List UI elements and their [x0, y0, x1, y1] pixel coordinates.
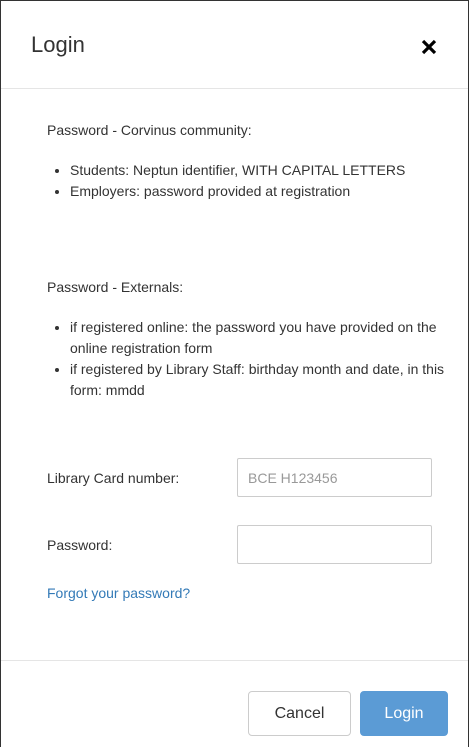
library-card-input[interactable]: [237, 458, 432, 497]
close-button[interactable]: [417, 35, 441, 59]
corvinus-password-heading: Password - Corvinus community:: [47, 122, 252, 138]
externals-password-list: if registered online: the password you h…: [47, 317, 455, 401]
password-label: Password:: [47, 537, 113, 553]
dialog-title: Login: [31, 32, 85, 57]
list-item: if registered by Library Staff: birthday…: [70, 359, 455, 401]
close-x-icon: [421, 39, 437, 55]
library-card-label: Library Card number:: [47, 470, 180, 486]
corvinus-password-list: Students: Neptun identifier, WITH CAPITA…: [47, 160, 455, 202]
login-dialog: Login Password - Corvinus community: Stu…: [0, 0, 469, 747]
login-button[interactable]: Login: [360, 691, 448, 736]
dialog-body: Password - Corvinus community: Students:…: [1, 89, 468, 660]
list-item: Employers: password provided at registra…: [70, 181, 455, 202]
password-input[interactable]: [237, 525, 432, 564]
dialog-footer: Cancel Login: [1, 660, 468, 747]
list-item: if registered online: the password you h…: [70, 317, 455, 359]
list-item: Students: Neptun identifier, WITH CAPITA…: [70, 160, 455, 181]
forgot-password-link[interactable]: Forgot your password?: [47, 583, 190, 603]
dialog-header: Login: [1, 1, 468, 89]
cancel-button[interactable]: Cancel: [248, 691, 351, 736]
externals-password-heading: Password - Externals:: [47, 279, 184, 295]
